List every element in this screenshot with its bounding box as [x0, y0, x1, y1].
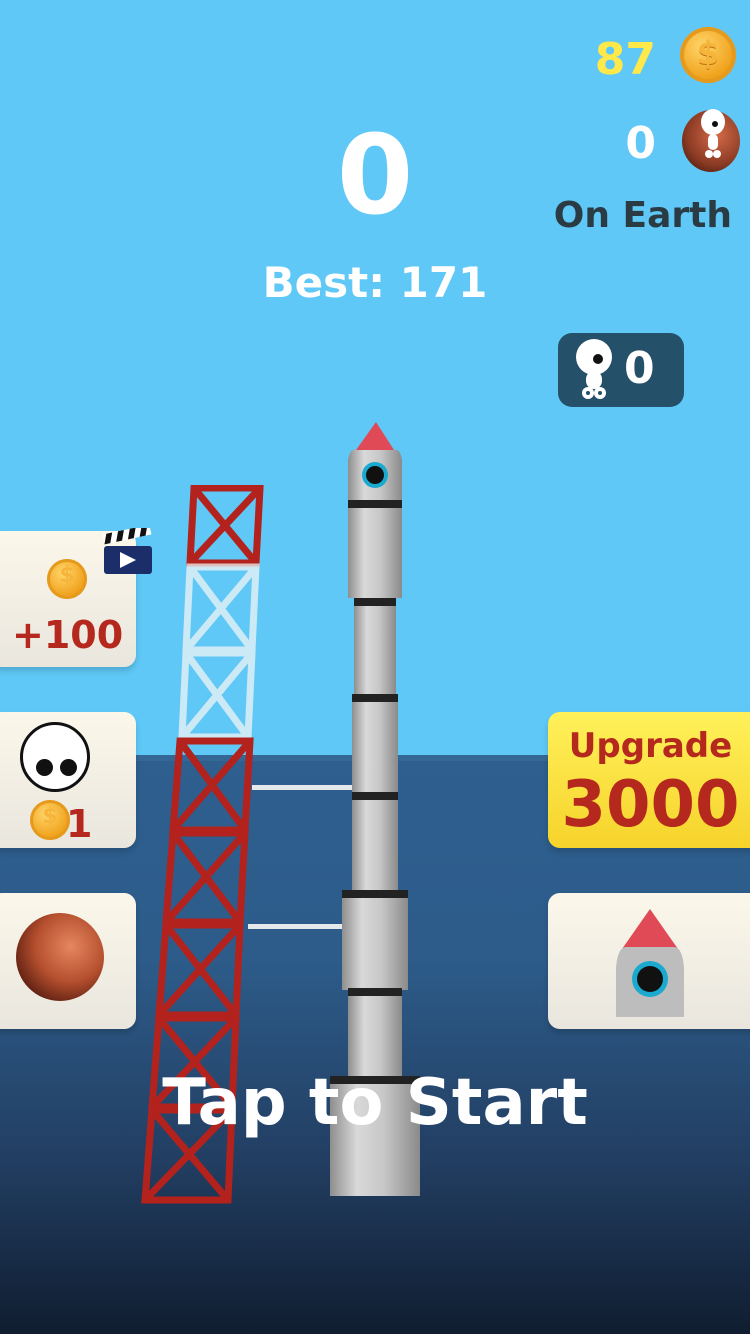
coin-icon — [30, 800, 70, 840]
best-label: Best: — [262, 258, 386, 307]
best-score: Best: 171 — [0, 258, 750, 307]
passenger-counter: 0 — [558, 333, 684, 407]
rocket-icon — [616, 909, 684, 1017]
alien-count: 0 — [625, 118, 656, 169]
character-face-icon — [20, 722, 90, 792]
planet-select-button[interactable] — [0, 893, 136, 1029]
alien-icon — [701, 109, 725, 158]
coin-icon — [680, 27, 736, 83]
coin-count: 87 — [594, 34, 656, 85]
rocket-select-button[interactable] — [548, 893, 750, 1029]
video-clapper-icon — [102, 528, 152, 574]
upgrade-label: Upgrade — [568, 726, 733, 766]
character-cost: 1 — [66, 802, 93, 846]
planet-alien-icon — [682, 109, 740, 172]
free-coins-label: +100 — [12, 613, 124, 657]
alien-passenger-icon — [576, 339, 612, 399]
location-label: On Earth — [553, 195, 732, 236]
tap-to-start-prompt[interactable]: Tap to Start — [0, 1066, 750, 1140]
upgrade-button[interactable]: Upgrade 3000 — [548, 712, 750, 848]
best-value: 171 — [399, 258, 488, 307]
character-button[interactable]: 1 — [0, 712, 136, 848]
passenger-count: 0 — [624, 343, 655, 394]
upgrade-cost: 3000 — [561, 768, 740, 842]
coin-icon — [47, 559, 87, 599]
mars-planet-icon — [16, 913, 104, 1001]
